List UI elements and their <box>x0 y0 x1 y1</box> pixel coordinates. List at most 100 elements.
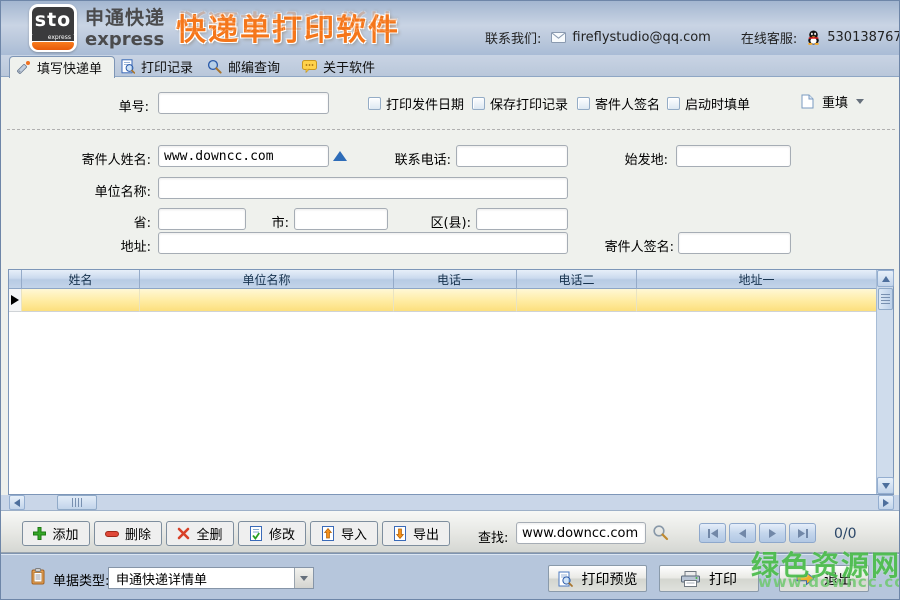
online-service-label: 在线客服: <box>741 28 797 47</box>
nav-first-button[interactable] <box>699 523 726 543</box>
qq-icon <box>807 30 820 45</box>
chevron-down-icon[interactable] <box>856 99 864 104</box>
import-button[interactable]: 导入 <box>310 521 378 546</box>
contact-us-label: 联系我们: <box>485 28 541 47</box>
scroll-down-button[interactable] <box>877 477 894 494</box>
edit-icon <box>16 60 31 75</box>
delete-button[interactable]: 删除 <box>94 521 162 546</box>
contact-phone-label: 联系电话: <box>383 149 451 168</box>
delete-all-label: 全删 <box>196 524 222 543</box>
scroll-right-button[interactable] <box>878 495 894 510</box>
service-qq-number[interactable]: 530138767 <box>827 30 900 45</box>
vertical-scrollbar[interactable] <box>876 270 893 494</box>
print-label: 打印 <box>709 569 737 589</box>
print-record-icon <box>121 59 135 74</box>
nav-prev-button[interactable] <box>729 523 756 543</box>
exit-button[interactable]: 退出 <box>779 565 869 592</box>
doc-type-select[interactable]: 申通快递详情单 <box>108 567 314 589</box>
column-header-address1: 地址一 <box>637 270 876 289</box>
tab-zipcode-search[interactable]: 邮编查询 <box>201 55 289 77</box>
modify-button[interactable]: 修改 <box>238 521 306 546</box>
scroll-left-icon <box>14 499 20 507</box>
column-header-phone2: 电话二 <box>517 270 637 289</box>
tab-about-software[interactable]: 关于软件 <box>296 55 384 77</box>
nav-last-button[interactable] <box>789 523 816 543</box>
contact-phone-input[interactable] <box>456 145 568 167</box>
checkbox-icon[interactable] <box>667 97 680 110</box>
nav-last-icon <box>797 529 809 538</box>
scroll-left-button[interactable] <box>9 495 25 510</box>
sender-name-input[interactable] <box>158 145 329 167</box>
city-input[interactable] <box>294 208 388 230</box>
refill-button[interactable]: 重填 <box>801 88 877 114</box>
tab-label: 填写快递单 <box>37 58 102 77</box>
import-label: 导入 <box>341 524 367 543</box>
option-fill-on-startup[interactable]: 启动时填单 <box>667 94 750 113</box>
export-button[interactable]: 导出 <box>382 521 450 546</box>
delete-all-button[interactable]: 全删 <box>166 521 234 546</box>
province-label: 省: <box>121 212 151 231</box>
column-header-company: 单位名称 <box>140 270 394 289</box>
tab-label: 邮编查询 <box>228 57 280 76</box>
checkbox-icon[interactable] <box>577 97 590 110</box>
tab-fill-waybill[interactable]: 填写快递单 <box>9 56 115 78</box>
nav-prev-icon <box>738 529 747 538</box>
table-row[interactable] <box>9 289 876 312</box>
company-input[interactable] <box>158 177 568 199</box>
province-input[interactable] <box>158 208 246 230</box>
brand-name-en: express <box>85 30 165 51</box>
sto-logo-text: sto <box>32 7 74 35</box>
order-no-input[interactable] <box>158 92 329 114</box>
cell-phone2 <box>517 289 637 312</box>
delete-all-icon <box>177 527 190 540</box>
district-input[interactable] <box>476 208 568 230</box>
print-preview-label: 打印预览 <box>582 569 638 589</box>
address-input[interactable] <box>158 232 568 254</box>
sto-logo-subtext: express <box>32 35 74 41</box>
signature-input[interactable] <box>678 232 791 254</box>
checkbox-icon[interactable] <box>472 97 485 110</box>
waybill-form: 单号: 打印发件日期 保存打印记录 寄件人签名 启动时填单 重填 <box>1 77 900 269</box>
doc-type-label: 单据类型: <box>53 570 109 589</box>
title-banner: sto express 申通快递 express 快递单打印软件 快递单打印软件… <box>1 1 900 55</box>
app-title-wrap: 快递单打印软件 快递单打印软件 <box>176 5 436 55</box>
contact-email[interactable]: fireflystudio@qq.com <box>572 30 710 45</box>
origin-input[interactable] <box>676 145 791 167</box>
doc-type-icon <box>31 568 45 585</box>
add-icon <box>33 527 46 540</box>
collapse-arrow-icon[interactable] <box>333 151 347 161</box>
exit-icon <box>796 571 815 586</box>
cell-company <box>140 289 394 312</box>
option-print-ship-date[interactable]: 打印发件日期 <box>368 94 464 113</box>
tab-print-records[interactable]: 打印记录 <box>115 55 203 77</box>
refill-icon <box>801 94 814 109</box>
section-divider <box>7 129 895 130</box>
record-counter: 0/0 <box>834 526 857 542</box>
option-label: 寄件人签名 <box>595 94 660 113</box>
company-label: 单位名称: <box>84 181 151 200</box>
option-save-print-record[interactable]: 保存打印记录 <box>472 94 568 113</box>
horizontal-scrollbar[interactable] <box>1 495 900 511</box>
vertical-scroll-thumb[interactable] <box>878 288 893 310</box>
print-preview-icon <box>558 571 573 587</box>
brand-text: 申通快递 express <box>85 8 165 51</box>
print-button[interactable]: 打印 <box>659 565 759 592</box>
search-icon[interactable] <box>652 524 669 541</box>
city-label: 市: <box>259 212 289 231</box>
delete-label: 删除 <box>125 524 151 543</box>
tab-label: 关于软件 <box>323 57 375 76</box>
option-sender-signature[interactable]: 寄件人签名 <box>577 94 660 113</box>
export-icon <box>393 526 407 541</box>
select-arrow-button[interactable] <box>294 568 313 588</box>
nav-next-button[interactable] <box>759 523 786 543</box>
record-toolbar: 添加 删除 全删 修改 <box>1 511 900 553</box>
cell-phone1 <box>394 289 517 312</box>
footer-bar: 单据类型: 申通快递详情单 打印预览 <box>1 553 900 600</box>
add-button[interactable]: 添加 <box>22 521 90 546</box>
checkbox-icon[interactable] <box>368 97 381 110</box>
print-preview-button[interactable]: 打印预览 <box>548 565 647 592</box>
column-header-name: 姓名 <box>22 270 140 289</box>
horizontal-scroll-thumb[interactable] <box>57 495 97 510</box>
scroll-up-button[interactable] <box>877 270 894 287</box>
search-input[interactable] <box>516 522 646 544</box>
